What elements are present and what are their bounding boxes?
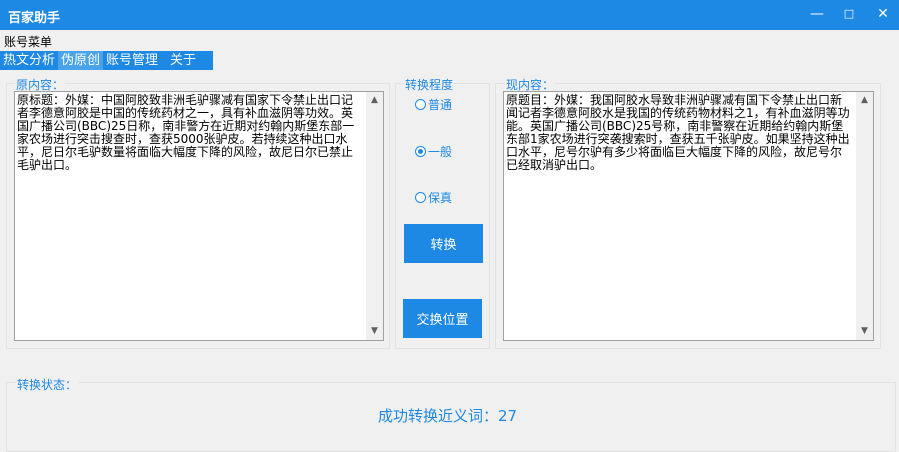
radio-label: 保真	[428, 191, 453, 205]
radio-moderate[interactable]: 一般	[415, 143, 452, 160]
tab-bar: 热文分析 伪原创 账号管理 关于	[0, 51, 213, 70]
tab-about[interactable]: 关于	[167, 51, 199, 70]
maximize-button[interactable]: □	[838, 4, 860, 24]
tab-rewrite[interactable]: 伪原创	[58, 51, 104, 70]
convert-button[interactable]: 转换	[404, 224, 483, 263]
radio-icon	[415, 99, 426, 110]
scrollbar[interactable]: ▲ ▼	[366, 92, 383, 340]
window-title: 百家助手	[8, 11, 61, 26]
result-text: 原题目：外媒：我国阿胶水导致非洲驴骤减有国下令禁止出口新闻记者李德意阿胶水是我国…	[506, 93, 850, 172]
scrollbar[interactable]: ▲ ▼	[856, 92, 873, 340]
scroll-up-icon[interactable]: ▲	[366, 92, 383, 109]
radio-label: 普通	[428, 98, 453, 112]
radio-icon	[415, 192, 426, 203]
scroll-down-icon[interactable]: ▼	[856, 323, 873, 340]
original-text: 原标题：外媒：中国阿胶致非洲毛驴骤减有国家下令禁止出口记者李德意阿胶是中国的传统…	[17, 93, 355, 172]
status-label: 转换状态：	[16, 376, 79, 393]
tab-hot-analysis[interactable]: 热文分析	[0, 51, 58, 70]
minimize-button[interactable]: —	[806, 4, 828, 24]
menu-account[interactable]: 账号菜单	[4, 33, 52, 50]
tab-account-management[interactable]: 账号管理	[103, 51, 161, 70]
title-bar: 百家助手 — □ ✕	[0, 0, 899, 30]
scroll-down-icon[interactable]: ▼	[366, 323, 383, 340]
scroll-up-icon[interactable]: ▲	[856, 92, 873, 109]
result-textarea[interactable]: 原题目：外媒：我国阿胶水导致非洲驴骤减有国下令禁止出口新闻记者李德意阿胶水是我国…	[503, 91, 874, 341]
radio-label: 一般	[428, 145, 453, 159]
original-textarea[interactable]: 原标题：外媒：中国阿胶致非洲毛驴骤减有国家下令禁止出口记者李德意阿胶是中国的传统…	[14, 91, 384, 341]
swap-button[interactable]: 交换位置	[403, 299, 482, 338]
radio-normal[interactable]: 普通	[415, 96, 452, 113]
degree-label: 转换程度	[404, 76, 455, 93]
close-button[interactable]: ✕	[872, 4, 894, 24]
radio-checked-icon	[415, 146, 426, 157]
menu-bar: 账号菜单	[0, 30, 899, 50]
status-message: 成功转换近义词：27	[378, 407, 518, 425]
radio-faithful[interactable]: 保真	[415, 189, 452, 206]
